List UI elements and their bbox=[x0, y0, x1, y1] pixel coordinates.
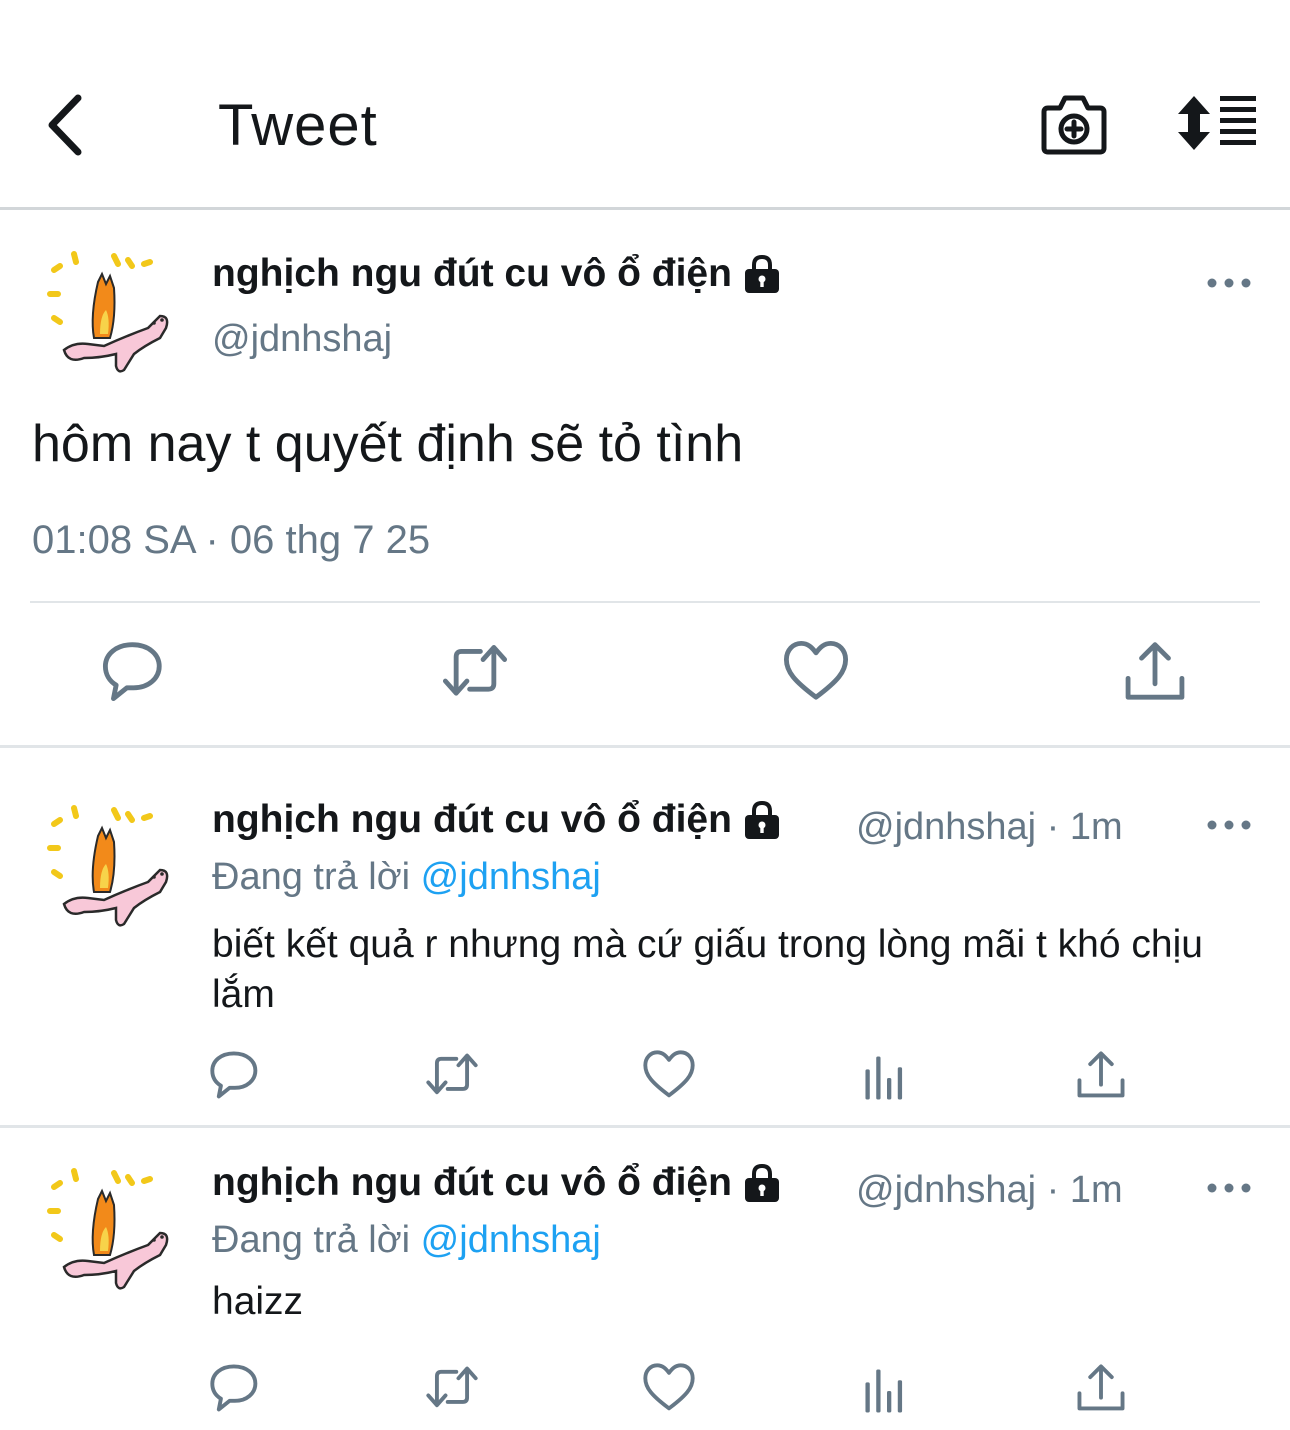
reply-button[interactable] bbox=[208, 1048, 264, 1104]
handle-and-time: @jdnhshaj · 1m bbox=[856, 806, 1123, 848]
sort-toggle-icon bbox=[1178, 96, 1256, 150]
like-icon bbox=[781, 638, 851, 708]
analytics-button[interactable] bbox=[859, 1363, 915, 1419]
avatar-image bbox=[44, 800, 174, 930]
camera-button[interactable] bbox=[1040, 94, 1108, 156]
sort-toggle-button[interactable] bbox=[1176, 94, 1260, 152]
reply-text: haizz bbox=[212, 1280, 304, 1323]
lock-icon bbox=[742, 1164, 781, 1203]
handle-and-time: @jdnhshaj · 1m bbox=[856, 1169, 1123, 1211]
lock-icon bbox=[742, 255, 781, 294]
reply-icon bbox=[210, 1364, 258, 1412]
replying-to-line: Đang trả lời @jdnhshaj bbox=[212, 1219, 601, 1262]
share-icon bbox=[1077, 1364, 1125, 1411]
more-icon bbox=[1207, 1183, 1251, 1193]
display-name[interactable]: nghịch ngu đút cu vô ổ điện bbox=[212, 252, 782, 296]
tweet-text: hôm nay t quyết định sẽ tỏ tình bbox=[32, 415, 744, 473]
reply-tweet[interactable]: nghịch ngu đút cu vô ổ điện @jdnhshaj · … bbox=[0, 1123, 1290, 1430]
more-icon bbox=[1207, 278, 1251, 288]
replying-prefix: Đang trả lời bbox=[212, 1219, 411, 1261]
analytics-icon bbox=[865, 1056, 903, 1100]
share-button[interactable] bbox=[1073, 1361, 1129, 1417]
display-name-text: nghịch ngu đút cu vô ổ điện bbox=[212, 1161, 732, 1204]
tweet-timestamp[interactable]: 01:08 SA · 06 thg 7 25 bbox=[32, 518, 430, 563]
top-navigation-bar: Tweet bbox=[0, 0, 1290, 210]
display-name[interactable]: nghịch ngu đút cu vô ổ điện bbox=[212, 798, 782, 842]
retweet-icon bbox=[426, 1053, 478, 1095]
more-options-button[interactable] bbox=[1204, 810, 1254, 840]
camera-plus-icon bbox=[1041, 95, 1107, 155]
display-name-text: nghịch ngu đút cu vô ổ điện bbox=[212, 798, 732, 841]
replying-to-line: Đang trả lời @jdnhshaj bbox=[212, 856, 601, 899]
display-name-text: nghịch ngu đút cu vô ổ điện bbox=[212, 252, 732, 295]
share-icon bbox=[1077, 1051, 1125, 1098]
lock-icon bbox=[742, 801, 781, 840]
page-title: Tweet bbox=[218, 93, 378, 158]
like-button[interactable] bbox=[641, 1048, 697, 1104]
user-handle[interactable]: @jdnhshaj bbox=[212, 318, 392, 361]
retweet-icon bbox=[426, 1366, 478, 1408]
avatar[interactable] bbox=[44, 800, 174, 930]
retweet-button[interactable] bbox=[424, 1048, 480, 1104]
reply-icon bbox=[100, 638, 170, 708]
retweet-icon bbox=[440, 638, 510, 708]
back-arrow-icon bbox=[48, 94, 82, 156]
reply-button[interactable] bbox=[208, 1361, 264, 1417]
like-button[interactable] bbox=[781, 638, 851, 708]
back-button[interactable] bbox=[40, 90, 100, 160]
more-options-button[interactable] bbox=[1204, 1173, 1254, 1203]
more-icon bbox=[1207, 820, 1251, 830]
replying-prefix: Đang trả lời bbox=[212, 856, 411, 898]
avatar-image bbox=[44, 246, 174, 376]
share-button[interactable] bbox=[1120, 638, 1190, 708]
mention-link[interactable]: @jdnhshaj bbox=[421, 856, 601, 898]
share-button[interactable] bbox=[1073, 1048, 1129, 1104]
retweet-button[interactable] bbox=[440, 638, 510, 708]
more-options-button[interactable] bbox=[1204, 268, 1254, 298]
avatar[interactable] bbox=[44, 246, 174, 376]
like-icon bbox=[643, 1363, 695, 1411]
reply-icon bbox=[210, 1051, 258, 1099]
main-tweet: nghịch ngu đút cu vô ổ điện @jdnhshaj hô… bbox=[0, 210, 1290, 746]
avatar[interactable] bbox=[44, 1163, 174, 1293]
analytics-icon bbox=[865, 1369, 903, 1413]
reply-tweet[interactable]: nghịch ngu đút cu vô ổ điện @jdnhshaj · … bbox=[0, 760, 1290, 1125]
avatar-image bbox=[44, 1163, 174, 1293]
analytics-button[interactable] bbox=[859, 1050, 915, 1106]
share-icon bbox=[1120, 638, 1190, 708]
like-icon bbox=[643, 1050, 695, 1098]
retweet-button[interactable] bbox=[424, 1361, 480, 1417]
section-divider bbox=[0, 745, 1290, 748]
mention-link[interactable]: @jdnhshaj bbox=[421, 1219, 601, 1261]
like-button[interactable] bbox=[641, 1361, 697, 1417]
reply-text: biết kết quả r nhưng mà cứ giấu trong lò… bbox=[212, 923, 1203, 1016]
reply-button[interactable] bbox=[100, 638, 170, 708]
divider bbox=[30, 601, 1260, 603]
display-name[interactable]: nghịch ngu đút cu vô ổ điện bbox=[212, 1161, 782, 1205]
